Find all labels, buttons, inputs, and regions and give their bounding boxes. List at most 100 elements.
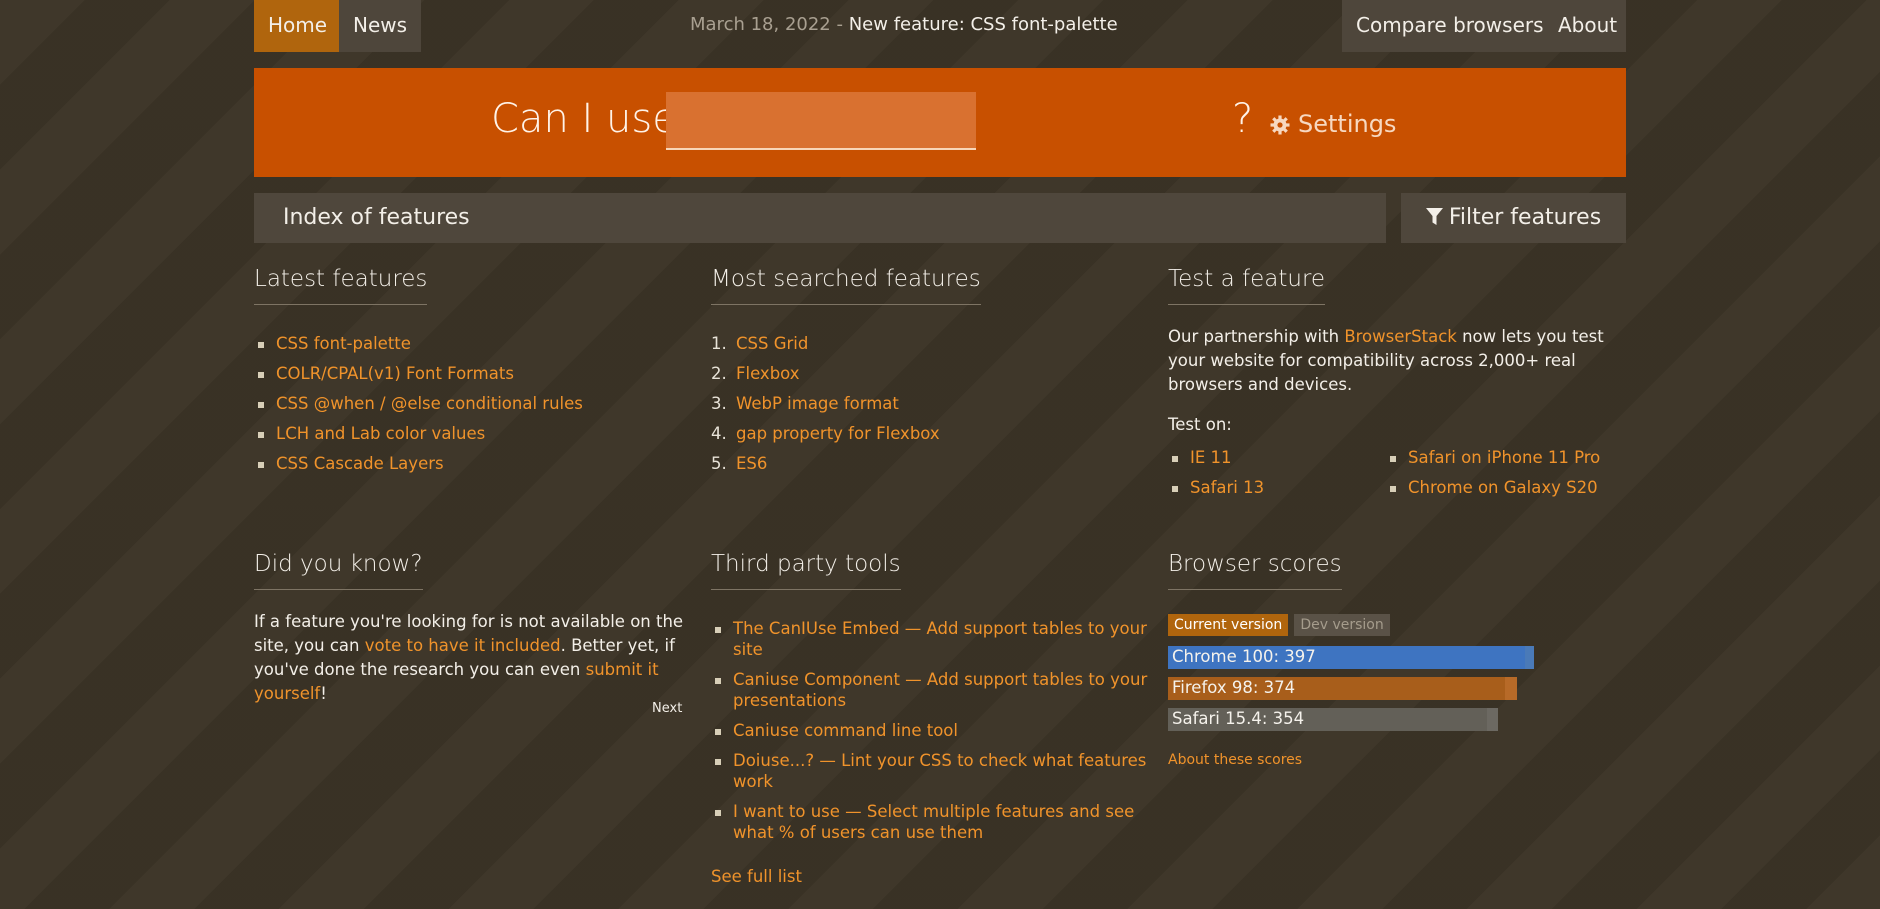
index-title: Index of features xyxy=(283,205,470,230)
nav-compare-browsers[interactable]: Compare browsers xyxy=(1342,0,1558,52)
list-item: CSS @when / @else conditional rules xyxy=(254,393,684,414)
latest-feature-link[interactable]: CSS font-palette xyxy=(276,334,411,353)
score-bar-firefox: Firefox 98: 374 xyxy=(1168,677,1608,700)
third-party-tools-section: Third party tools The CanIUse Embed — Ad… xyxy=(711,551,1151,889)
list-item: Caniuse Component — Add support tables t… xyxy=(711,669,1151,711)
list-item: Doiuse...? — Lint your CSS to check what… xyxy=(711,750,1151,792)
list-item: Caniuse command line tool xyxy=(711,720,1151,741)
did-you-know-text: If a feature you're looking for is not a… xyxy=(254,610,694,706)
list-item: I want to use — Select multiple features… xyxy=(711,801,1151,843)
third-party-tools-list: The CanIUse Embed — Add support tables t… xyxy=(711,618,1151,843)
list-item: Safari on iPhone 11 Pro xyxy=(1386,447,1604,468)
did-you-know-section: Did you know? If a feature you're lookin… xyxy=(254,551,694,706)
list-item: CSS Cascade Layers xyxy=(254,453,684,474)
list-item: LCH and Lab color values xyxy=(254,423,684,444)
test-browser-link[interactable]: IE 11 xyxy=(1190,448,1232,467)
see-full-list-link[interactable]: See full list xyxy=(711,867,802,886)
settings-button[interactable]: Settings xyxy=(1270,110,1396,138)
score-bar-safari: Safari 15.4: 354 xyxy=(1168,708,1608,731)
test-browsers-right: Safari on iPhone 11 Pro Chrome on Galaxy… xyxy=(1386,447,1604,507)
list-item: Safari 13 xyxy=(1168,477,1386,498)
tool-link[interactable]: The CanIUse Embed — Add support tables t… xyxy=(733,619,1147,659)
latest-features-title: Latest features xyxy=(254,266,428,305)
index-bar[interactable]: Index of features xyxy=(254,193,1386,243)
search-suffix: ? xyxy=(1232,96,1254,142)
most-searched-link[interactable]: WebP image format xyxy=(736,394,899,413)
search-input[interactable] xyxy=(666,92,976,150)
next-tip-button[interactable]: Next xyxy=(652,701,682,716)
list-item: COLR/CPAL(v1) Font Formats xyxy=(254,363,684,384)
dyk-text-3: ! xyxy=(320,684,327,703)
test-browsers-left: IE 11 Safari 13 xyxy=(1168,447,1386,507)
about-scores-link[interactable]: About these scores xyxy=(1168,752,1302,768)
search-banner: Can I use ? Settings xyxy=(254,68,1626,177)
score-tabs: Current version Dev version xyxy=(1168,614,1608,636)
top-nav: Home News March 18, 2022 - New feature: … xyxy=(254,0,1626,52)
test-browser-link[interactable]: Chrome on Galaxy S20 xyxy=(1408,478,1598,497)
list-item: 2. Flexbox xyxy=(711,363,1141,384)
tool-link[interactable]: Doiuse...? — Lint your CSS to check what… xyxy=(733,751,1146,791)
nav-about[interactable]: About xyxy=(1544,0,1626,52)
latest-feature-link[interactable]: CSS @when / @else conditional rules xyxy=(276,394,583,413)
list-item: 5. ES6 xyxy=(711,453,1141,474)
item-number: 1. xyxy=(711,334,727,353)
browserstack-link[interactable]: BrowserStack xyxy=(1344,327,1457,346)
did-you-know-title: Did you know? xyxy=(254,551,423,590)
most-searched-title: Most searched features xyxy=(711,266,981,305)
tab-current-version[interactable]: Current version xyxy=(1168,614,1289,636)
test-text-before: Our partnership with xyxy=(1168,327,1345,346)
test-browser-link[interactable]: Safari on iPhone 11 Pro xyxy=(1408,448,1600,467)
score-bar-label: Chrome 100: 397 xyxy=(1172,647,1316,666)
tool-link[interactable]: I want to use — Select multiple features… xyxy=(733,802,1134,842)
test-on-label: Test on: xyxy=(1168,415,1232,434)
search-prefix: Can I use xyxy=(491,96,677,142)
news-date: March 18, 2022 xyxy=(690,14,831,35)
see-full-list-wrap: See full list xyxy=(711,865,1151,889)
list-item: 3. WebP image format xyxy=(711,393,1141,414)
latest-feature-link[interactable]: COLR/CPAL(v1) Font Formats xyxy=(276,364,514,383)
tool-link[interactable]: Caniuse command line tool xyxy=(733,721,958,740)
test-browser-link[interactable]: Safari 13 xyxy=(1190,478,1264,497)
most-searched-link[interactable]: ES6 xyxy=(736,454,767,473)
browser-scores-title: Browser scores xyxy=(1168,551,1342,590)
item-number: 3. xyxy=(711,394,727,413)
most-searched-section: Most searched features 1. CSS Grid 2. Flex… xyxy=(711,266,1141,483)
filter-icon xyxy=(1425,208,1443,225)
vote-link[interactable]: vote to have it included xyxy=(365,636,561,655)
browser-scores-section: Browser scores Current version Dev versi… xyxy=(1168,551,1608,768)
most-searched-link[interactable]: gap property for Flexbox xyxy=(736,424,940,443)
list-item: 4. gap property for Flexbox xyxy=(711,423,1141,444)
item-number: 5. xyxy=(711,454,727,473)
list-item: The CanIUse Embed — Add support tables t… xyxy=(711,618,1151,660)
news-link[interactable]: New feature: CSS font-palette xyxy=(849,14,1118,35)
score-bar-label: Safari 15.4: 354 xyxy=(1172,709,1305,728)
list-item: Chrome on Galaxy S20 xyxy=(1386,477,1604,498)
tab-dev-version[interactable]: Dev version xyxy=(1294,614,1390,636)
list-item: CSS font-palette xyxy=(254,333,684,354)
most-searched-link[interactable]: Flexbox xyxy=(736,364,800,383)
news-ticker: March 18, 2022 - New feature: CSS font-p… xyxy=(690,0,1118,52)
settings-label: Settings xyxy=(1298,110,1397,138)
filter-features-button[interactable]: Filter features xyxy=(1401,193,1626,243)
most-searched-link[interactable]: CSS Grid xyxy=(736,334,808,353)
gear-icon xyxy=(1270,115,1290,135)
score-bar-label: Firefox 98: 374 xyxy=(1172,678,1296,697)
latest-feature-link[interactable]: LCH and Lab color values xyxy=(276,424,485,443)
test-feature-section: Test a feature Our partnership with Brow… xyxy=(1168,266,1608,507)
list-item: IE 11 xyxy=(1168,447,1386,468)
tool-link[interactable]: Caniuse Component — Add support tables t… xyxy=(733,670,1147,710)
item-number: 4. xyxy=(711,424,727,443)
test-on-grid: IE 11 Safari 13 Safari on iPhone 11 Pro … xyxy=(1168,447,1608,507)
latest-features-list: CSS font-palette COLR/CPAL(v1) Font Form… xyxy=(254,333,684,474)
third-party-tools-title: Third party tools xyxy=(711,551,901,590)
item-number: 2. xyxy=(711,364,727,383)
filter-label: Filter features xyxy=(1448,205,1602,230)
nav-news[interactable]: News xyxy=(339,0,422,52)
score-bar-chrome: Chrome 100: 397 xyxy=(1168,646,1608,669)
nav-home[interactable]: Home xyxy=(254,0,342,52)
list-item: 1. CSS Grid xyxy=(711,333,1141,354)
latest-feature-link[interactable]: CSS Cascade Layers xyxy=(276,454,444,473)
test-feature-description: Our partnership with BrowserStack now le… xyxy=(1168,325,1608,397)
latest-features-section: Latest features CSS font-palette COLR/CP… xyxy=(254,266,684,483)
test-feature-title: Test a feature xyxy=(1168,266,1326,305)
